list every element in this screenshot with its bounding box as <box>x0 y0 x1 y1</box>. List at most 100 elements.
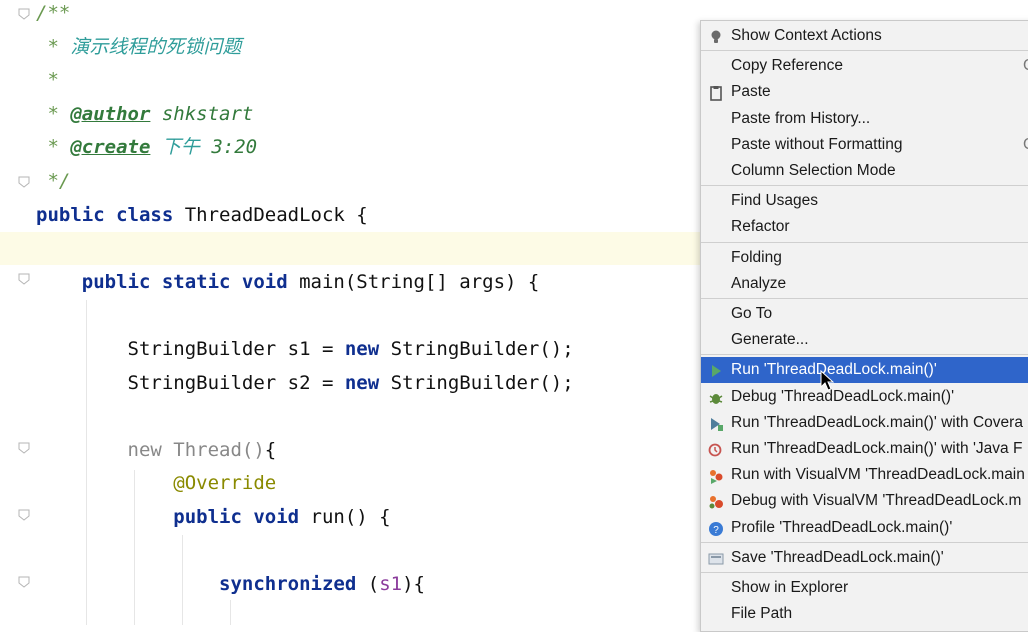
code-token: public static void <box>36 270 300 293</box>
menu-item-label: Analyze <box>731 274 787 292</box>
menu-item-label: Run 'ThreadDeadLock.main()' with Covera <box>731 413 1023 431</box>
code-token: /** <box>36 2 71 24</box>
menu-item-paste-without-formatting[interactable]: Paste without Formatting C <box>701 132 1028 158</box>
code-token: * <box>36 35 71 58</box>
menu-separator <box>701 354 1028 356</box>
menu-item-debug-main[interactable]: Debug 'ThreadDeadLock.main()' <box>701 384 1028 410</box>
menu-item-run-with-java-flight[interactable]: Run 'ThreadDeadLock.main()' with 'Java F <box>701 436 1028 462</box>
visualvm-run-icon <box>708 467 724 485</box>
coverage-icon <box>708 415 724 431</box>
menu-item-generate[interactable]: Generate... <box>701 327 1028 353</box>
code-line[interactable]: * <box>36 64 59 97</box>
menu-item-paste-from-history[interactable]: Paste from History... <box>701 106 1028 132</box>
menu-item-label: Run 'ThreadDeadLock.main()' with 'Java F <box>731 440 1023 457</box>
menu-item-refactor[interactable]: Refactor <box>701 214 1028 240</box>
menu-item-label: Paste from History... <box>731 109 871 127</box>
code-token: @Override <box>36 472 277 495</box>
svg-text:?: ? <box>713 525 719 536</box>
save-config-icon <box>708 550 724 566</box>
code-line[interactable]: * @create 下午 3:20 <box>36 131 257 164</box>
menu-item-run-main[interactable]: Run 'ThreadDeadLock.main()' <box>701 357 1028 384</box>
code-token: * <box>36 102 71 125</box>
code-token: 3:20 <box>199 136 258 159</box>
mouse-cursor-icon <box>820 370 835 391</box>
profiler-icon <box>708 441 724 457</box>
indent-guide <box>86 300 87 625</box>
menu-item-find-usages[interactable]: Find Usages <box>701 188 1028 214</box>
fold-marker-icon[interactable] <box>18 7 30 20</box>
code-line[interactable]: synchronized (s1){ <box>36 568 425 601</box>
visualvm-debug-icon <box>708 493 724 509</box>
code-line[interactable]: StringBuilder s2 = new StringBuilder(); <box>36 367 574 400</box>
menu-separator <box>701 241 1028 243</box>
fold-marker-icon[interactable] <box>18 441 30 454</box>
menu-separator <box>701 185 1028 187</box>
code-token: StringBuilder s2 = <box>36 371 345 394</box>
menu-item-show-in-explorer[interactable]: Show in Explorer <box>701 575 1028 601</box>
menu-item-label: Refactor <box>731 218 790 236</box>
code-line[interactable]: * @author shkstart <box>36 98 253 131</box>
fold-marker-icon[interactable] <box>18 175 30 188</box>
current-line-highlight <box>0 232 700 265</box>
lightbulb-icon <box>708 28 724 44</box>
indent-guide <box>182 535 183 625</box>
code-token: { <box>264 438 277 461</box>
indent-guide <box>230 600 231 625</box>
code-token: * <box>36 69 59 92</box>
menu-item-label: Generate... <box>731 331 809 349</box>
indent-guide <box>134 470 135 625</box>
code-token: new <box>344 371 391 394</box>
menu-item-profile-main[interactable]: ? Profile 'ThreadDeadLock.main()' <box>701 515 1028 541</box>
code-line[interactable]: /** <box>36 0 70 30</box>
menu-item-folding[interactable]: Folding <box>701 245 1028 271</box>
code-token: @author <box>70 102 151 125</box>
menu-item-paste[interactable]: Paste <box>701 79 1028 105</box>
menu-item-run-with-visualvm[interactable]: Run with VisualVM 'ThreadDeadLock.main <box>701 462 1028 488</box>
editor-gutter <box>0 0 30 625</box>
menu-item-label: Find Usages <box>731 192 819 210</box>
menu-item-file-path[interactable]: File Path <box>701 601 1028 627</box>
menu-item-label: Debug 'ThreadDeadLock.main()' <box>731 387 955 405</box>
clipboard-icon <box>708 84 724 102</box>
menu-item-label: File Path <box>731 605 793 623</box>
code-token: ){ <box>402 573 425 596</box>
code-token: */ <box>36 170 71 192</box>
code-token: new Thread() <box>36 438 265 461</box>
profile-icon: ? <box>708 520 724 536</box>
menu-separator <box>701 298 1028 299</box>
menu-item-show-context-actions[interactable]: Show Context Actions <box>701 23 1028 49</box>
code-line[interactable]: public void run() { <box>36 501 390 534</box>
menu-item-run-with-coverage[interactable]: Run 'ThreadDeadLock.main()' with Covera <box>701 410 1028 436</box>
code-token: @create <box>70 136 151 159</box>
run-icon <box>708 362 724 378</box>
code-token: StringBuilder s1 = <box>36 338 345 360</box>
menu-item-label: Save 'ThreadDeadLock.main()' <box>731 548 944 566</box>
menu-item-label: Show in Explorer <box>731 579 849 596</box>
code-line[interactable]: */ <box>36 165 70 198</box>
debug-icon <box>708 389 724 405</box>
code-line[interactable]: public class ThreadDeadLock { <box>36 199 368 232</box>
context-menu[interactable]: Show Context ActionsCopy ReferenceCPaste… <box>700 20 1028 632</box>
fold-marker-icon[interactable] <box>18 508 30 521</box>
menu-item-analyze[interactable]: Analyze <box>701 271 1028 297</box>
code-line[interactable]: public static void main(String[] args) { <box>36 266 540 299</box>
menu-item-label: Run with VisualVM 'ThreadDeadLock.main <box>731 466 1025 484</box>
menu-separator <box>701 50 1028 52</box>
menu-item-column-selection-mode[interactable]: Column Selection Mode <box>701 158 1028 184</box>
menu-item-copy-reference[interactable]: Copy Reference C <box>701 53 1028 79</box>
code-line[interactable]: StringBuilder s1 = new StringBuilder(); <box>36 333 574 366</box>
menu-item-save-main[interactable]: Save 'ThreadDeadLock.main()' <box>701 545 1028 571</box>
code-line[interactable]: @Override <box>36 467 276 500</box>
fold-marker-icon[interactable] <box>18 575 30 588</box>
menu-separator <box>701 541 1028 543</box>
menu-item-go-to[interactable]: Go To <box>701 301 1028 327</box>
code-line[interactable]: new Thread(){ <box>36 434 277 467</box>
code-token: 演示线程的死锁问题 <box>70 35 242 58</box>
fold-marker-icon[interactable] <box>18 272 30 285</box>
code-line[interactable]: * 演示线程的死锁问题 <box>36 31 241 64</box>
code-token: shkstart <box>150 102 254 125</box>
menu-item-label: Paste without Formatting <box>731 135 903 153</box>
menu-item-debug-with-visualvm[interactable]: Debug with VisualVM 'ThreadDeadLock.m <box>701 488 1028 514</box>
code-token: 下午 <box>161 136 200 159</box>
